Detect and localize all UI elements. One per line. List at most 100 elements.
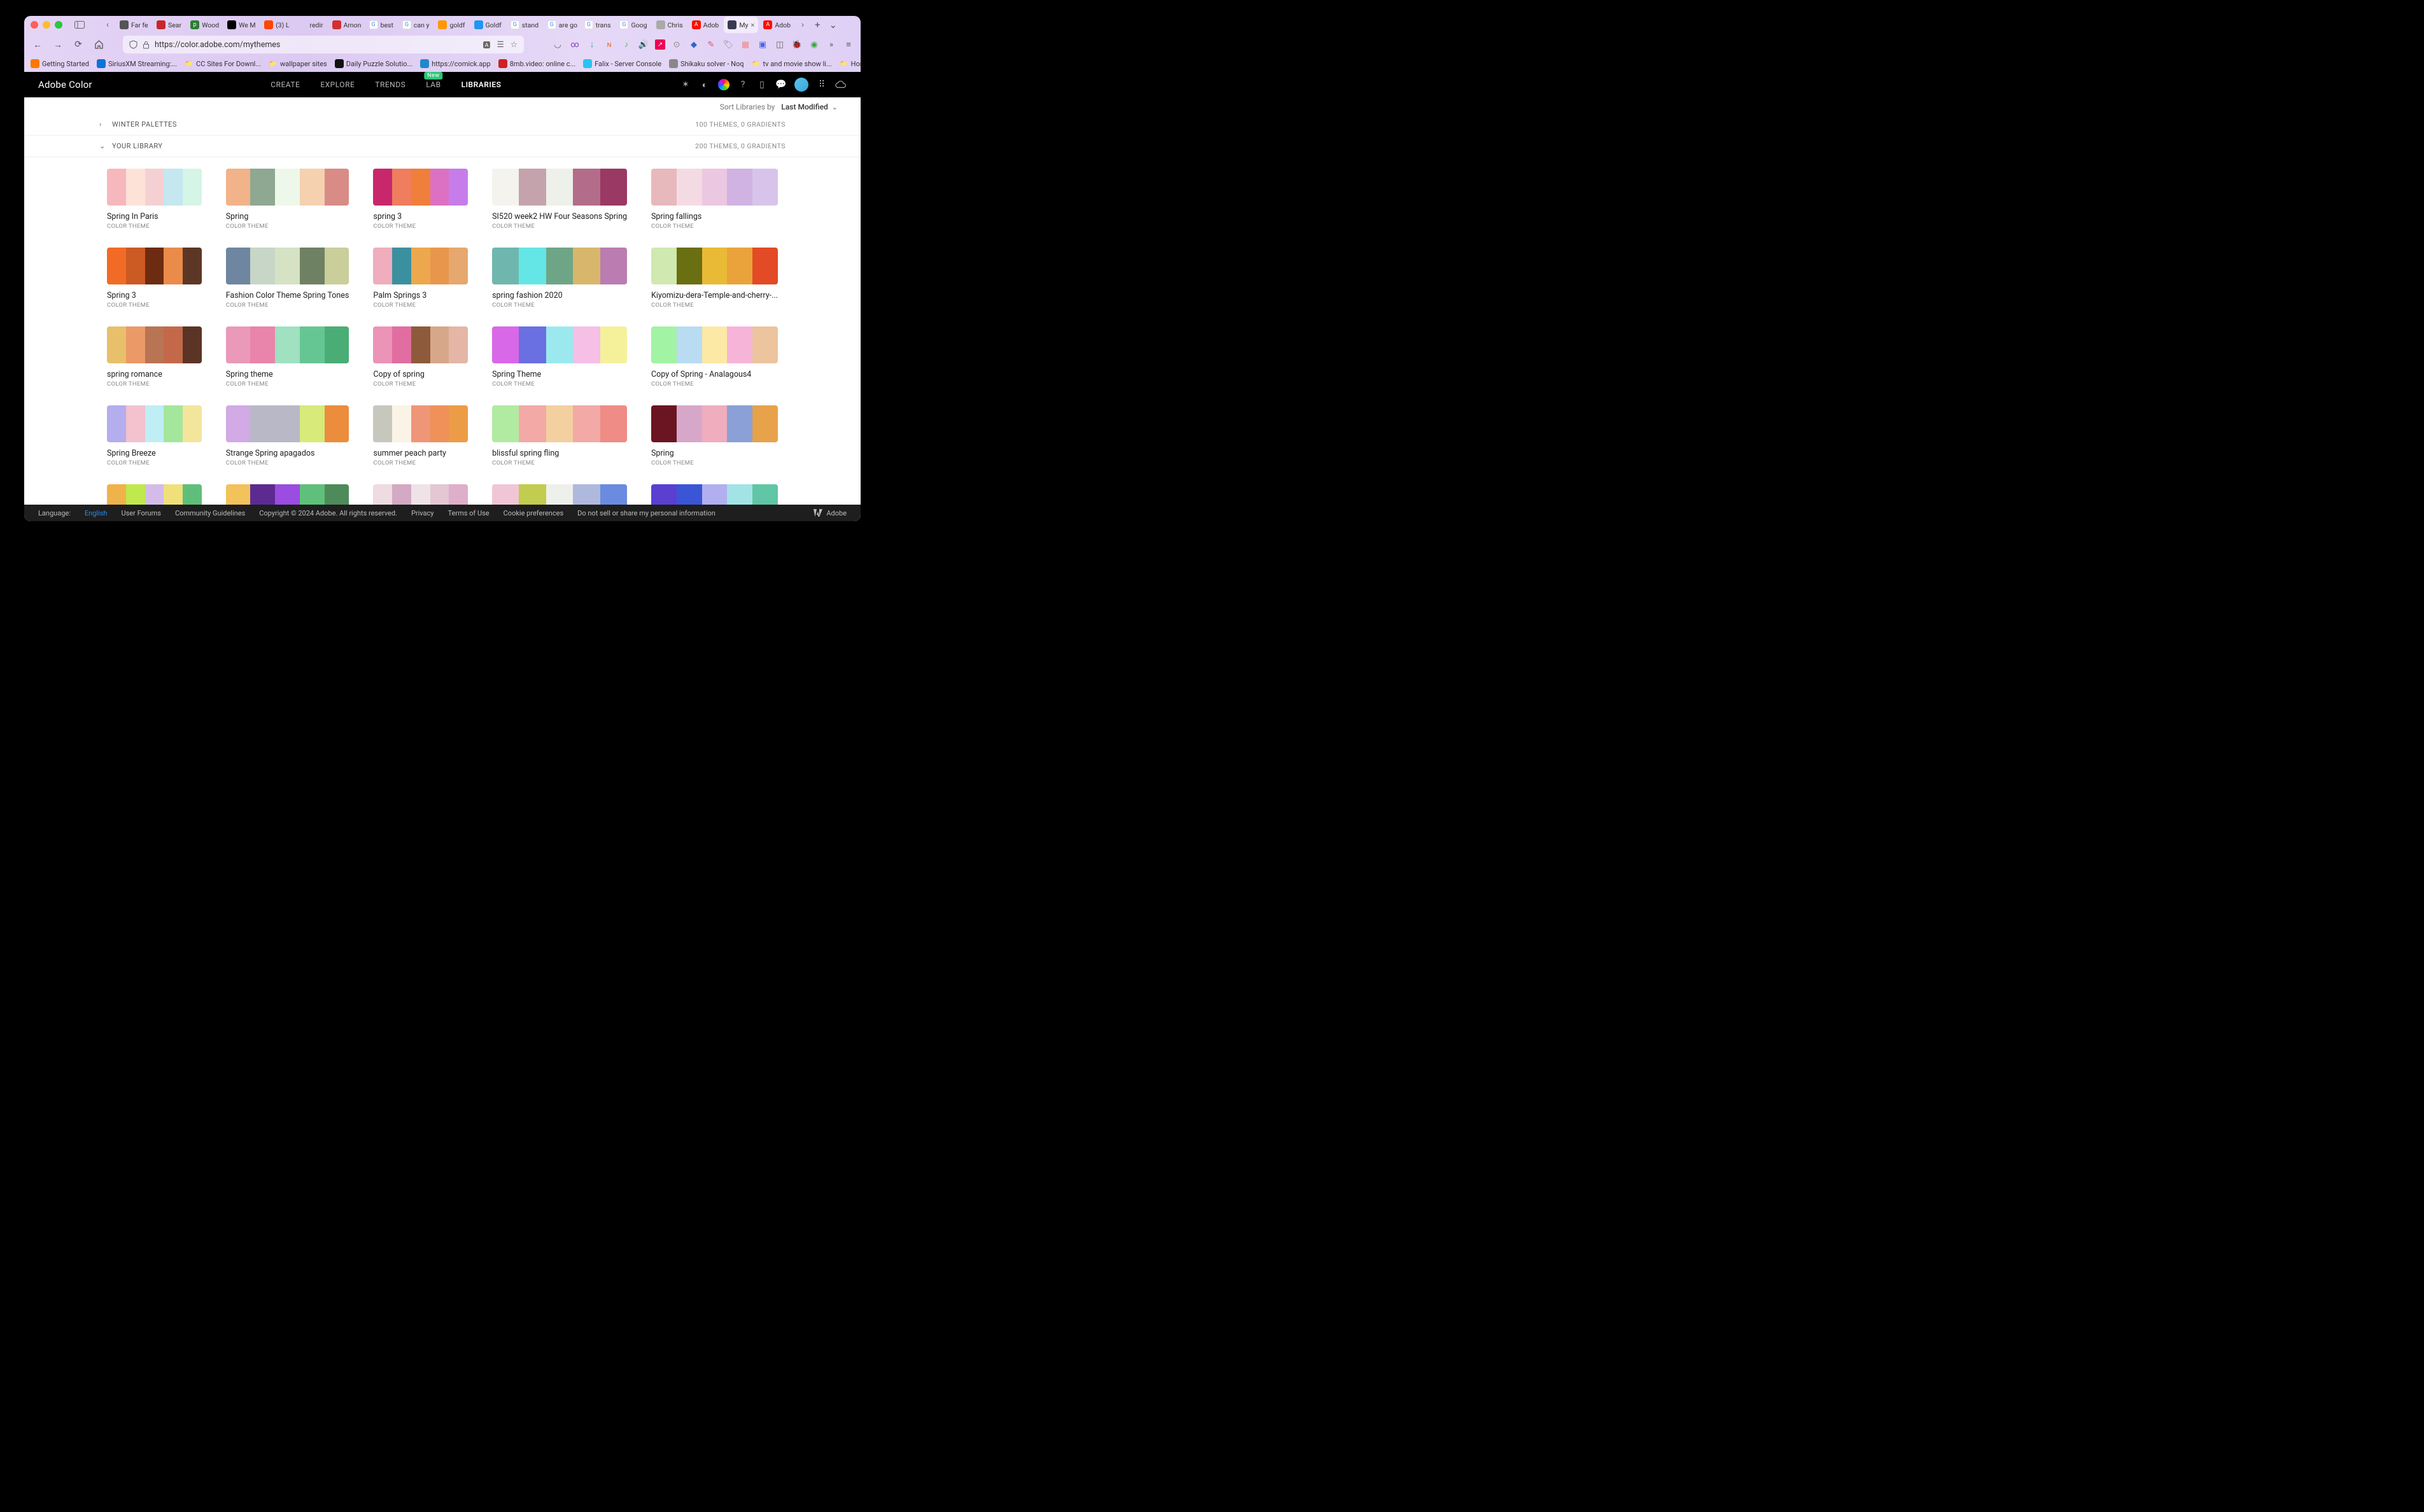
browser-tab[interactable]: Sear	[153, 17, 185, 33]
nav-libraries[interactable]: LIBRARIES	[462, 80, 502, 89]
library-row[interactable]: ⌄YOUR LIBRARY200 THEMES, 0 GRADIENTS	[24, 136, 861, 157]
chevron-down-icon[interactable]: ⌄	[832, 103, 838, 111]
color-wheel-icon[interactable]	[718, 79, 729, 90]
toolbar-overflow-icon[interactable]: »	[826, 39, 837, 50]
browser-tab[interactable]: goldf	[434, 17, 469, 33]
download-icon[interactable]: ↓	[586, 39, 598, 50]
whats-new-icon[interactable]: ✶	[680, 79, 691, 90]
adobe-logo[interactable]: Adobe	[814, 509, 847, 517]
footer-link[interactable]: Cookie preferences	[504, 509, 563, 517]
ext-icon-12[interactable]: ◉	[808, 39, 820, 50]
bookmark-item[interactable]: 📁Horror Movies To W...	[840, 59, 861, 68]
minimize-window-button[interactable]	[43, 21, 50, 29]
help-icon[interactable]: ?	[737, 79, 749, 90]
ext-icon-10[interactable]: ◫	[774, 39, 786, 50]
browser-tab[interactable]: AAdob	[688, 17, 723, 33]
bookmark-item[interactable]: https://comick.app	[420, 59, 491, 68]
browser-tab[interactable]: Goldf	[470, 17, 505, 33]
browser-tab[interactable]: pWood	[187, 17, 222, 33]
feedback-icon[interactable]: ▯	[756, 79, 768, 90]
translate-icon[interactable]: 🅰	[483, 39, 491, 50]
nav-lab[interactable]: NewLAB	[426, 80, 440, 89]
theme-card[interactable]: Copy of Spring - Analagous4COLOR THEME	[651, 326, 778, 388]
bookmark-item[interactable]: 8mb.video: online c...	[498, 59, 575, 68]
footer-link[interactable]: Terms of Use	[448, 509, 490, 517]
footer-lang-value[interactable]: English	[85, 509, 108, 517]
ext-icon-6[interactable]: ◆	[688, 39, 700, 50]
browser-tab[interactable]: Amon	[328, 17, 364, 33]
theme-card[interactable]: Spring BreezeCOLOR THEME	[107, 405, 202, 466]
tab-overflow-button[interactable]: ⌄	[826, 17, 842, 33]
user-avatar[interactable]	[794, 78, 808, 92]
browser-tab[interactable]: Gbest	[365, 17, 397, 33]
nav-create[interactable]: CREATE	[271, 80, 300, 89]
theme-card[interactable]: summer peach partyCOLOR THEME	[373, 405, 468, 466]
tab-scroll-right[interactable]: ›	[796, 20, 810, 30]
content-scroll[interactable]: Sort Libraries by Last Modified ⌄ ›WINTE…	[24, 97, 861, 521]
browser-tab[interactable]: redir	[295, 17, 327, 33]
close-window-button[interactable]	[31, 21, 38, 29]
bookmark-item[interactable]: Daily Puzzle Solutio...	[335, 59, 412, 68]
theme-card[interactable]: SpringCOLOR THEME	[651, 405, 778, 466]
footer-link[interactable]: User Forums	[121, 509, 160, 517]
theme-card[interactable]: Spring fallingsCOLOR THEME	[651, 169, 778, 230]
chevron-down-icon[interactable]: ⌄	[99, 142, 108, 150]
ext-icon-3[interactable]: 🔊	[638, 39, 649, 50]
back-button[interactable]: ←	[31, 38, 45, 52]
url-bar[interactable]: https://color.adobe.com/mythemes 🅰 ☰ ☆	[123, 36, 524, 53]
browser-tab[interactable]: (3) L	[260, 17, 293, 33]
nav-trends[interactable]: TRENDS	[375, 80, 405, 89]
maximize-window-button[interactable]	[55, 21, 62, 29]
footer-link[interactable]: Copyright © 2024 Adobe. All rights reser…	[259, 509, 397, 517]
theme-card[interactable]: Spring themeCOLOR THEME	[226, 326, 349, 388]
browser-tab[interactable]: Gtrans	[581, 17, 615, 33]
pocket-icon[interactable]: ◡	[552, 39, 563, 50]
new-tab-button[interactable]: +	[811, 17, 824, 33]
eyedropper-icon[interactable]: ✎	[705, 39, 717, 50]
bookmark-item[interactable]: Shikaku solver - Noq	[669, 59, 744, 68]
theme-card[interactable]: SpringCOLOR THEME	[226, 169, 349, 230]
tab-scroll-left[interactable]: ‹	[101, 20, 115, 30]
app-brand[interactable]: Adobe Color	[38, 79, 92, 90]
theme-card[interactable]: spring 3COLOR THEME	[373, 169, 468, 230]
ext-icon-4[interactable]: ↗	[655, 39, 665, 50]
browser-tab[interactable]: Gcan y	[398, 17, 433, 33]
bookmark-item[interactable]: Falix - Server Console	[583, 59, 661, 68]
home-button[interactable]	[92, 38, 106, 52]
theme-card[interactable]: Spring 3COLOR THEME	[107, 248, 202, 309]
forward-button[interactable]: →	[51, 38, 65, 52]
ext-icon-7[interactable]: 🏷	[722, 39, 734, 50]
theme-card[interactable]: spring fashion 2020COLOR THEME	[492, 248, 627, 309]
close-tab-icon[interactable]: ×	[750, 21, 754, 29]
browser-tab[interactable]: We M	[223, 17, 259, 33]
cc-cloud-icon[interactable]	[835, 79, 847, 90]
browser-tab[interactable]: GGoog	[616, 17, 651, 33]
apps-grid-icon[interactable]: ⠿	[816, 79, 828, 90]
library-row[interactable]: ›WINTER PALETTES100 THEMES, 0 GRADIENTS	[24, 114, 861, 136]
theme-toggle-icon[interactable]: ◐	[699, 79, 710, 90]
theme-card[interactable]: Strange Spring apagadosCOLOR THEME	[226, 405, 349, 466]
sidebar-toggle-icon[interactable]	[74, 19, 85, 31]
browser-tab[interactable]: Chris	[652, 17, 687, 33]
browser-tab[interactable]: Gstand	[507, 17, 542, 33]
bookmark-item[interactable]: SiriusXM Streaming:...	[97, 59, 177, 68]
extension-icon[interactable]: ∞	[569, 39, 581, 50]
bookmark-item[interactable]: Getting Started	[31, 59, 89, 68]
footer-link[interactable]: Privacy	[411, 509, 434, 517]
bookmark-star-icon[interactable]: ☆	[511, 39, 518, 50]
theme-card[interactable]: spring romanceCOLOR THEME	[107, 326, 202, 388]
ext-icon-2[interactable]: ♪	[621, 39, 632, 50]
theme-card[interactable]: SI520 week2 HW Four Seasons SpringCOLOR …	[492, 169, 627, 230]
reload-button[interactable]: ⟳	[71, 38, 85, 52]
theme-card[interactable]: blissful spring flingCOLOR THEME	[492, 405, 627, 466]
footer-link[interactable]: Do not sell or share my personal informa…	[577, 509, 715, 517]
theme-card[interactable]: Kiyomizu-dera-Temple-and-cherry-...COLOR…	[651, 248, 778, 309]
ext-icon-1[interactable]: ɴ	[603, 39, 615, 50]
chevron-right-icon[interactable]: ›	[99, 120, 108, 129]
ext-icon-9[interactable]: ▣	[757, 39, 768, 50]
theme-card[interactable]: Palm Springs 3COLOR THEME	[373, 248, 468, 309]
footer-link[interactable]: Community Guidelines	[175, 509, 245, 517]
browser-tab[interactable]: AAdob	[759, 17, 794, 33]
chat-icon[interactable]: 💬	[775, 79, 787, 90]
browser-tab[interactable]: Gare go	[544, 17, 579, 33]
